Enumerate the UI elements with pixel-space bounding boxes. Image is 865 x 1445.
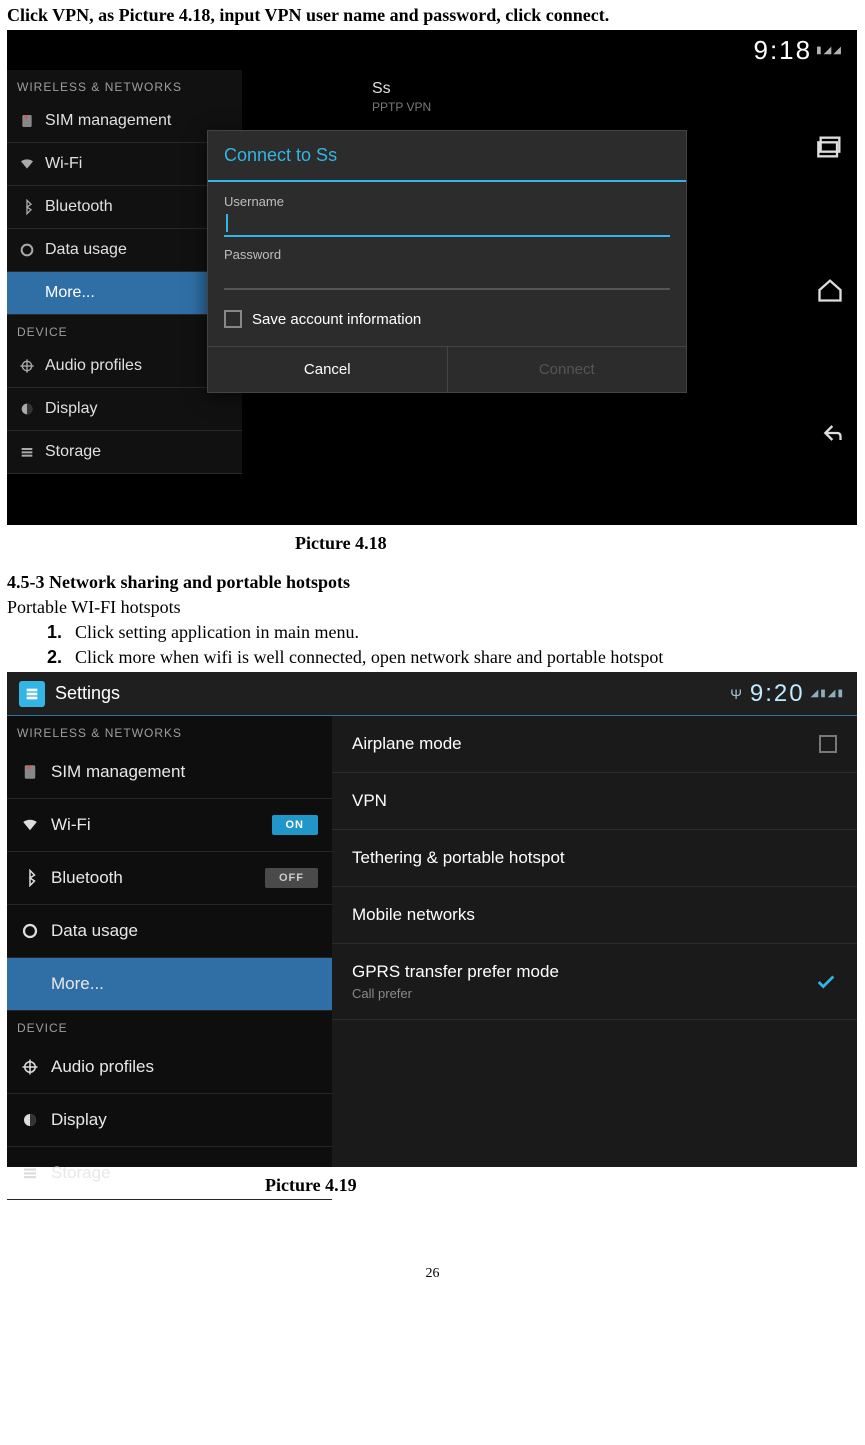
sidebar-item-bluetooth-2[interactable]: Bluetooth OFF <box>7 852 332 905</box>
sidebar-item-display[interactable]: Display <box>7 388 242 431</box>
home-button[interactable] <box>813 273 847 307</box>
sidebar-item-storage[interactable]: Storage <box>7 431 242 474</box>
sidebar-item-datausage-2[interactable]: Data usage <box>7 905 332 958</box>
option-airplane[interactable]: Airplane mode <box>332 716 857 773</box>
wifi-switch[interactable]: ON <box>272 815 319 835</box>
password-label: Password <box>224 247 670 262</box>
vpn-name: Ss <box>372 80 672 98</box>
bluetooth-icon <box>19 199 35 215</box>
connect-dialog: Connect to Ss Username Password Save acc… <box>207 130 687 393</box>
data-usage-icon <box>19 242 35 258</box>
status-time: 9:18 <box>754 35 813 66</box>
settings-sidebar-2: WIRELESS & NETWORKS SIM management Wi-Fi… <box>7 716 332 1167</box>
storage-icon <box>21 1164 39 1182</box>
wifi-icon <box>21 816 39 834</box>
instruction-text: Click VPN, as Picture 4.18, input VPN us… <box>7 5 860 26</box>
sim-icon <box>21 763 39 781</box>
signal-icon: ▮◢◢ <box>816 45 843 56</box>
dialog-title: Connect to Ss <box>208 131 686 182</box>
audio-icon <box>19 358 35 374</box>
password-input[interactable] <box>224 264 670 290</box>
step-2: Click more when wifi is well connected, … <box>67 647 860 668</box>
system-nav-bar <box>802 75 857 505</box>
save-account-row[interactable]: Save account information <box>224 300 670 342</box>
option-tethering[interactable]: Tethering & portable hotspot <box>332 830 857 887</box>
sidebar-item-more-2[interactable]: More... <box>7 958 332 1011</box>
username-input[interactable] <box>224 211 670 237</box>
airplane-checkbox[interactable] <box>819 735 837 753</box>
check-icon <box>815 971 837 993</box>
section-heading: 4.5-3 Network sharing and portable hotsp… <box>7 572 860 593</box>
sidebar-item-sim-2[interactable]: SIM management <box>7 746 332 799</box>
sidebar-item-storage-2[interactable]: Storage <box>7 1147 332 1200</box>
section-wireless-2: WIRELESS & NETWORKS <box>7 716 332 746</box>
sidebar-item-display-2[interactable]: Display <box>7 1094 332 1147</box>
vpn-profile-row[interactable]: Ss PPTP VPN <box>242 70 802 124</box>
sidebar-item-audio-2[interactable]: Audio profiles <box>7 1041 332 1094</box>
username-label: Username <box>224 194 670 209</box>
option-mobile-networks[interactable]: Mobile networks <box>332 887 857 944</box>
cancel-button[interactable]: Cancel <box>208 347 448 392</box>
save-account-label: Save account information <box>252 311 421 328</box>
sidebar-item-wifi-2[interactable]: Wi-Fi ON <box>7 799 332 852</box>
subheading: Portable WI-FI hotspots <box>7 597 860 618</box>
storage-icon <box>19 444 35 460</box>
recent-apps-button[interactable] <box>813 130 847 164</box>
step-1: Click setting application in main menu. <box>67 622 860 643</box>
data-usage-icon <box>21 922 39 940</box>
more-options-panel: Airplane mode VPN Tethering & portable h… <box>332 716 857 1167</box>
page-number: 26 <box>5 1266 860 1282</box>
wifi-icon <box>19 156 35 172</box>
status-bar: 9:18 ▮◢◢ <box>7 30 857 70</box>
audio-icon <box>21 1058 39 1076</box>
vpn-type: PPTP VPN <box>372 100 672 114</box>
sim-icon <box>19 113 35 129</box>
screenshot-more-settings: Settings Ψ 9:20 ◢▮◢▮ WIRELESS & NETWORKS… <box>7 672 857 1167</box>
section-device-2: DEVICE <box>7 1011 332 1041</box>
connect-button[interactable]: Connect <box>448 347 687 392</box>
bluetooth-icon <box>21 869 39 887</box>
app-title: Settings <box>55 683 120 704</box>
signal-icon-2: ◢▮◢▮ <box>811 688 845 699</box>
screenshot-vpn-dialog: 9:18 ▮◢◢ WIRELESS & NETWORKS SIM managem… <box>7 30 857 525</box>
section-wireless: WIRELESS & NETWORKS <box>7 70 242 100</box>
display-icon <box>19 401 35 417</box>
bluetooth-switch[interactable]: OFF <box>265 868 318 888</box>
usb-icon: Ψ <box>730 686 744 702</box>
steps-list: Click setting application in main menu. … <box>67 622 860 668</box>
blank-icon <box>19 285 35 301</box>
display-icon <box>21 1111 39 1129</box>
option-vpn[interactable]: VPN <box>332 773 857 830</box>
option-gprs-mode[interactable]: GPRS transfer prefer mode Call prefer <box>332 944 857 1020</box>
text-cursor <box>226 214 228 232</box>
caption-418: Picture 4.18 <box>5 533 860 554</box>
checkbox-icon[interactable] <box>224 310 242 328</box>
back-button[interactable] <box>813 416 847 450</box>
settings-app-icon <box>19 681 45 707</box>
blank-icon <box>21 975 39 993</box>
vpn-content: Ss PPTP VPN <box>242 70 802 124</box>
title-bar: Settings Ψ 9:20 ◢▮◢▮ <box>7 672 857 716</box>
status-time-2: 9:20 <box>750 680 805 708</box>
